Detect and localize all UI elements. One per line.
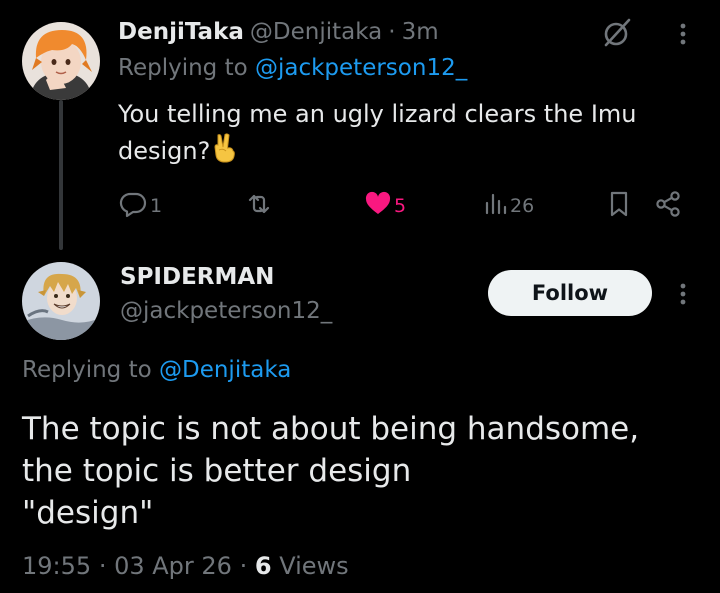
more-vertical-icon[interactable] xyxy=(668,278,698,310)
follow-button[interactable]: Follow xyxy=(488,270,652,316)
share-icon xyxy=(654,189,684,223)
reply-button[interactable]: 1 xyxy=(118,188,162,224)
post-time[interactable]: 19:55 xyxy=(22,552,91,580)
like-button[interactable]: 5 xyxy=(364,188,406,224)
like-count: 5 xyxy=(394,195,407,217)
avatar[interactable] xyxy=(22,22,100,100)
tweet-text-line: the topic is better design xyxy=(22,453,412,489)
replying-to-label: Replying to xyxy=(22,357,152,383)
bookmark-icon xyxy=(606,189,632,223)
separator-dot: · xyxy=(98,552,107,580)
tweet-meta: 19:55 · 03 Apr 26 · 6 Views xyxy=(22,552,349,580)
views-count: 6 xyxy=(254,552,272,580)
share-button[interactable] xyxy=(654,188,684,224)
grok-icon[interactable] xyxy=(600,16,634,50)
tweet-text-line: "design" xyxy=(22,495,154,531)
reply-icon xyxy=(118,189,148,223)
display-name[interactable]: DenjiTaka xyxy=(118,19,244,45)
avatar[interactable] xyxy=(22,262,100,340)
reply-count: 1 xyxy=(150,195,163,217)
replying-to-line: Replying to @jackpeterson12_ xyxy=(118,55,467,81)
tweet-text: You telling me an ugly lizard clears the… xyxy=(118,96,678,174)
reply-header: DenjiTaka @Denjitaka · 3m xyxy=(118,14,439,50)
views-button[interactable]: 26 xyxy=(482,188,534,224)
post-date[interactable]: 03 Apr 26 xyxy=(114,552,232,580)
heart-filled-icon xyxy=(364,190,392,222)
tweet-text-line: The topic is not about being handsome, xyxy=(22,411,640,447)
avatar-image-icon xyxy=(22,262,100,340)
tweet-actions-bar: 1 5 26 xyxy=(118,188,698,224)
views-label: Views xyxy=(279,552,349,580)
thread-line xyxy=(59,100,63,250)
tweet-text-body: You telling me an ugly lizard clears the… xyxy=(118,100,637,165)
user-handle[interactable]: @Denjitaka xyxy=(250,19,382,45)
retweet-icon xyxy=(244,189,274,223)
replying-to-line: Replying to @Denjitaka xyxy=(22,357,291,383)
separator-dot: · xyxy=(388,19,396,45)
mention-link[interactable]: @jackpeterson12_ xyxy=(255,55,467,81)
separator-dot: · xyxy=(239,552,248,580)
replying-to-label: Replying to xyxy=(118,55,248,81)
tweet-text: The topic is not about being handsome, t… xyxy=(22,408,702,534)
avatar-image-icon xyxy=(22,22,100,100)
more-vertical-icon[interactable] xyxy=(668,18,698,50)
retweet-button[interactable] xyxy=(244,188,276,224)
display-name[interactable]: SPIDERMAN xyxy=(120,264,274,290)
views-chart-icon xyxy=(482,189,508,223)
peace-sign-emoji-icon xyxy=(212,133,238,174)
views-count: 26 xyxy=(510,195,535,217)
mention-link[interactable]: @Denjitaka xyxy=(159,357,291,383)
timestamp[interactable]: 3m xyxy=(402,19,439,45)
user-handle[interactable]: @jackpeterson12_ xyxy=(120,298,332,324)
bookmark-button[interactable] xyxy=(606,188,632,224)
